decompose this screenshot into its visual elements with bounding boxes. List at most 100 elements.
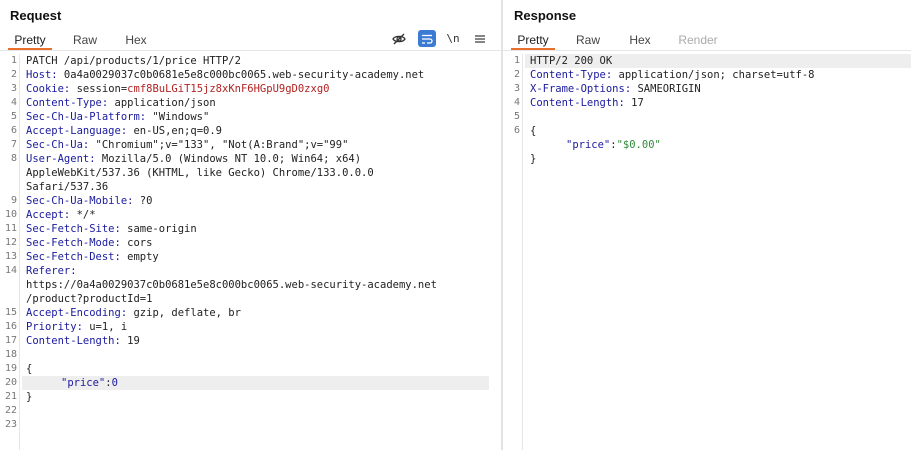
response-line-current: 1 HTTP/2 200 OK	[503, 54, 911, 68]
eye-slash-icon[interactable]	[390, 30, 408, 47]
json-brace: }	[530, 153, 537, 165]
line-number: 3	[10, 83, 17, 94]
header-value-continuation: https://0a4a0029037c0b0681e5e8c000bc0065…	[26, 279, 437, 291]
json-brace: }	[26, 391, 33, 403]
line-number: 3	[513, 83, 520, 94]
request-line-wrapped: Safari/537.36	[0, 180, 489, 194]
request-tab-raw[interactable]: Raw	[64, 31, 106, 49]
header-name: Accept:	[26, 209, 71, 221]
header-value: cors	[120, 237, 153, 249]
header-name: X-Frame-Options:	[530, 83, 632, 95]
header-value: u=1, i	[82, 321, 128, 333]
header-name: Accept-Encoding:	[26, 307, 128, 319]
line-number: 22	[4, 405, 17, 416]
line-number: 4	[10, 97, 17, 108]
request-line: 15 Accept-Encoding: gzip, deflate, br	[0, 306, 489, 320]
header-value: "Windows"	[146, 111, 210, 123]
line-number: 21	[4, 391, 17, 402]
request-line: 16 Priority: u=1, i	[0, 320, 489, 334]
http-message-editor: Request Pretty Raw Hex \n 1 PATCH /api/pr…	[0, 0, 911, 450]
line-number: 16	[4, 321, 17, 332]
line-number: 6	[10, 125, 17, 136]
line-number: 20	[4, 377, 17, 388]
response-tab-raw[interactable]: Raw	[567, 31, 609, 49]
header-value-continuation: AppleWebKit/537.36 (KHTML, like Gecko) C…	[26, 167, 374, 179]
response-title: Response	[514, 8, 577, 23]
request-line: 23	[0, 418, 489, 432]
wrap-lines-icon[interactable]	[418, 30, 436, 47]
line-number: 7	[10, 139, 17, 150]
request-line: 2 Host: 0a4a0029037c0b0681e5e8c000bc0065.…	[0, 68, 489, 82]
line-number: 1	[513, 55, 520, 66]
header-name: Content-Length:	[530, 97, 625, 109]
response-tab-render[interactable]: Render	[671, 31, 725, 49]
line-number: 2	[513, 69, 520, 80]
header-value-continuation: Safari/537.36	[26, 181, 109, 193]
json-brace: {	[26, 363, 33, 375]
request-tab-hex[interactable]: Hex	[116, 31, 156, 49]
request-line: 12 Sec-Fetch-Mode: cors	[0, 236, 489, 250]
header-name: Sec-Fetch-Site:	[26, 223, 121, 235]
line-number: 14	[4, 265, 17, 276]
request-line: 17 Content-Length: 19	[0, 334, 489, 348]
header-name: Accept-Language:	[26, 125, 128, 137]
newline-toggle-icon[interactable]: \n	[444, 30, 462, 47]
line-number: 15	[4, 307, 17, 318]
json-key: "price"	[61, 377, 106, 389]
request-line-current: 20 "price":0	[0, 376, 489, 390]
response-tabs: Pretty Raw Hex Render	[503, 31, 911, 51]
request-line-text: PATCH /api/products/1/price HTTP/2	[26, 55, 241, 67]
line-number: 11	[4, 223, 17, 234]
response-line: 5	[503, 110, 911, 124]
status-line: HTTP/2 200 OK	[530, 55, 613, 67]
hamburger-menu-icon[interactable]	[471, 30, 489, 47]
header-name: Sec-Fetch-Dest:	[26, 251, 121, 263]
request-tab-pretty[interactable]: Pretty	[8, 31, 52, 50]
request-line-wrapped: AppleWebKit/537.36 (KHTML, like Gecko) C…	[0, 166, 489, 180]
json-value: 0	[111, 377, 118, 389]
response-line: 4 Content-Length: 17	[503, 96, 911, 110]
line-number: 18	[4, 349, 17, 360]
header-name: Sec-Ch-Ua:	[26, 139, 90, 151]
header-name: User-Agent:	[26, 153, 96, 165]
header-value: 0a4a0029037c0b0681e5e8c000bc0065.web-sec…	[57, 69, 425, 81]
line-number: 9	[10, 195, 17, 206]
response-tab-hex[interactable]: Hex	[619, 31, 661, 49]
header-name: Content-Length:	[26, 335, 121, 347]
request-title: Request	[10, 8, 62, 23]
header-value: "Chromium";v="133", "Not(A:Brand";v="99"	[89, 139, 349, 151]
response-line: 2 Content-Type: application/json; charset…	[503, 68, 911, 82]
line-number: 23	[4, 419, 17, 430]
request-line: 10 Accept: */*	[0, 208, 489, 222]
request-editor[interactable]: 1 PATCH /api/products/1/price HTTP/2 2 Hos…	[0, 54, 489, 432]
line-number: 4	[513, 97, 520, 108]
line-number: 5	[513, 111, 520, 122]
request-line: 19 {	[0, 362, 489, 376]
header-name: Content-Type:	[26, 97, 109, 109]
request-line: 1 PATCH /api/products/1/price HTTP/2	[0, 54, 489, 68]
line-number: 19	[4, 363, 17, 374]
header-name: Priority:	[26, 321, 83, 333]
line-number: 10	[4, 209, 17, 220]
response-tab-pretty[interactable]: Pretty	[511, 31, 555, 50]
line-number: 17	[4, 335, 17, 346]
request-line: 21}	[0, 390, 489, 404]
line-number: 1	[10, 55, 17, 66]
response-pane: Response Pretty Raw Hex Render 1 HTTP/2 2…	[503, 0, 911, 450]
request-line: 13 Sec-Fetch-Dest: empty	[0, 250, 489, 264]
request-line: 8 User-Agent: Mozilla/5.0 (Windows NT 10.…	[0, 152, 489, 166]
header-value: same-origin	[120, 223, 197, 235]
request-line: 22	[0, 404, 489, 418]
request-line: 3 Cookie: session=cmf8BuLGiT15jz8xKnF6HGp…	[0, 82, 489, 96]
header-value: session=	[70, 83, 128, 95]
request-line: 5 Sec-Ch-Ua-Platform: "Windows"	[0, 110, 489, 124]
header-name: Sec-Fetch-Mode:	[26, 237, 121, 249]
response-viewer[interactable]: 1 HTTP/2 200 OK 2 Content-Type: applicatio…	[503, 54, 911, 166]
header-value: 19	[120, 335, 140, 347]
request-line: 9 Sec-Ch-Ua-Mobile: ?0	[0, 194, 489, 208]
header-value: ?0	[133, 195, 153, 207]
response-line: }	[503, 152, 911, 166]
header-name: Sec-Ch-Ua-Mobile:	[26, 195, 134, 207]
line-number: 13	[4, 251, 17, 262]
header-name: Sec-Ch-Ua-Platform:	[26, 111, 147, 123]
